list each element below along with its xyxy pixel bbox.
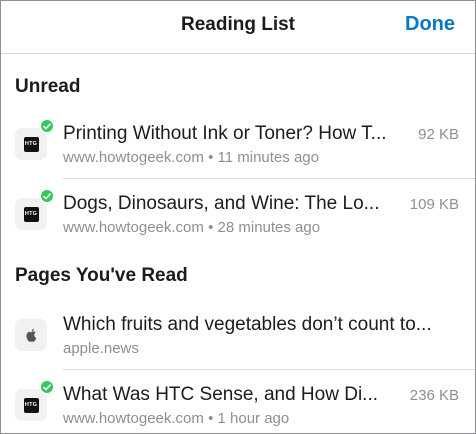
section-header-unread: Unread [1,54,475,109]
navigation-bar: Reading List Done [1,1,475,54]
item-subtitle: www.howtogeek.com • 28 minutes ago [63,219,443,236]
done-button[interactable]: Done [405,13,455,36]
item-subtitle: www.howtogeek.com • 1 hour ago [63,410,443,427]
item-url: www.howtogeek.com [63,410,204,427]
item-size: 236 KB [409,387,459,404]
meta-separator: • [208,149,214,166]
item-size: 92 KB [418,126,459,143]
item-url: apple.news [63,340,139,357]
item-size: 109 KB [409,196,459,213]
list-item[interactable]: HTG Dogs, Dinosaurs, and Wine: The Lo...… [1,179,475,249]
checkmark-badge-icon [39,188,55,204]
htg-logo-text: HTG [23,397,39,413]
checkmark-badge-icon [39,379,55,395]
apple-logo-icon [15,319,47,351]
item-title: Which fruits and vegetables don’t count … [63,314,432,335]
item-title: Dogs, Dinosaurs, and Wine: The Lo... [63,193,380,214]
reading-list-sheet: Reading List Done Unread HTG Printing Wi… [0,0,476,434]
list-item[interactable]: Which fruits and vegetables don’t count … [1,300,475,370]
checkmark-badge-icon [39,118,55,134]
item-title: Printing Without Ink or Toner? How T... [63,123,387,144]
page-title: Reading List [180,14,295,35]
htg-logo-text: HTG [23,206,39,222]
reading-list-content: Unread HTG Printing Without Ink or Toner… [1,54,475,433]
list-item[interactable]: HTG Printing Without Ink or Toner? How T… [1,109,475,179]
item-subtitle: apple.news [63,340,443,357]
item-subtitle: www.howtogeek.com • 11 minutes ago [63,149,443,166]
htg-logo-text: HTG [23,136,39,152]
list-item[interactable]: HTG What Was HTC Sense, and How Di... 23… [1,370,475,433]
item-url: www.howtogeek.com [63,219,204,236]
meta-separator: • [208,219,214,236]
item-time: 1 hour ago [217,410,290,427]
item-time: 28 minutes ago [217,219,321,236]
meta-separator: • [208,410,214,427]
item-title: What Was HTC Sense, and How Di... [63,384,379,405]
item-time: 11 minutes ago [217,149,319,166]
item-url: www.howtogeek.com [63,149,204,166]
section-header-read: Pages You've Read [1,249,475,300]
